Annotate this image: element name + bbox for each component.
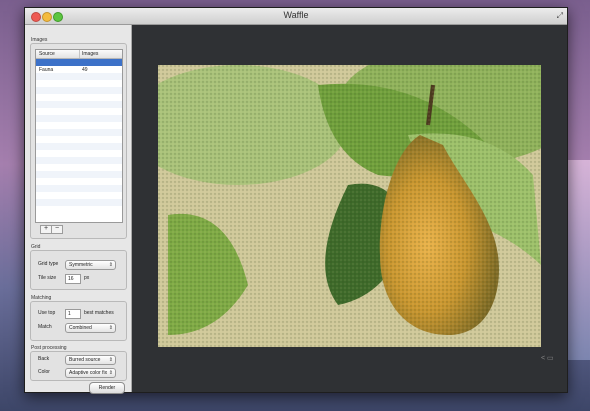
color-label: Color: [38, 369, 50, 375]
tile-size-value: 16: [68, 276, 74, 282]
color-select[interactable]: Adaptive color fix ⇕: [65, 368, 116, 378]
tile-size-field[interactable]: 16: [65, 274, 81, 284]
image-icon[interactable]: ▭: [547, 355, 554, 362]
render-button[interactable]: Render: [89, 382, 125, 394]
back-label: Back: [38, 356, 50, 362]
chevron-updown-icon: ⇕: [108, 357, 113, 363]
images-table[interactable]: Source Images Fauna 49: [35, 49, 123, 223]
use-top-value: 1: [68, 311, 71, 317]
table-header: Source Images: [36, 50, 122, 59]
match-label: Match: [38, 324, 52, 330]
grid-group: [30, 250, 127, 290]
use-top-field[interactable]: 1: [65, 309, 81, 319]
title-bar: Waffle ⤢: [25, 8, 567, 25]
chevron-updown-icon: ⇕: [108, 262, 113, 268]
window-title: Waffle: [283, 10, 309, 20]
color-value: Adaptive color fix: [69, 370, 108, 376]
match-value: Combined: [69, 325, 92, 331]
match-select[interactable]: Combined ⇕: [65, 323, 116, 333]
app-window: Waffle ⤢ Images Source Images Fauna 49 +…: [24, 7, 568, 394]
sidebar: Images Source Images Fauna 49 + − Grid G…: [25, 25, 132, 394]
remove-source-button[interactable]: −: [51, 225, 63, 234]
grid-type-value: Symmetric: [69, 262, 93, 268]
mosaic-canvas: [158, 65, 541, 347]
back-value: Burred source: [69, 357, 101, 363]
column-header-source[interactable]: Source: [39, 51, 55, 57]
share-icon[interactable]: <: [541, 355, 545, 362]
table-row[interactable]: Fauna 49: [36, 66, 122, 73]
use-top-label: Use top: [38, 310, 56, 316]
back-select[interactable]: Burred source ⇕: [65, 355, 116, 365]
fullscreen-icon[interactable]: ⤢: [557, 11, 563, 21]
table-row[interactable]: [36, 59, 122, 66]
matching-group: [30, 301, 127, 341]
chevron-updown-icon: ⇕: [108, 370, 113, 376]
canvas-tools: < ▭: [541, 354, 554, 362]
grid-type-label: Grid type: [38, 261, 59, 267]
pear-mosaic-image: [158, 65, 541, 347]
grid-type-select[interactable]: Symmetric ⇕: [65, 260, 116, 270]
chevron-updown-icon: ⇕: [108, 325, 113, 331]
best-matches-label: best matches: [84, 310, 114, 316]
column-separator: [79, 50, 80, 58]
tile-size-label: Tile size: [38, 275, 57, 281]
tile-size-unit: px: [84, 275, 90, 281]
column-header-images[interactable]: Images: [82, 51, 98, 57]
